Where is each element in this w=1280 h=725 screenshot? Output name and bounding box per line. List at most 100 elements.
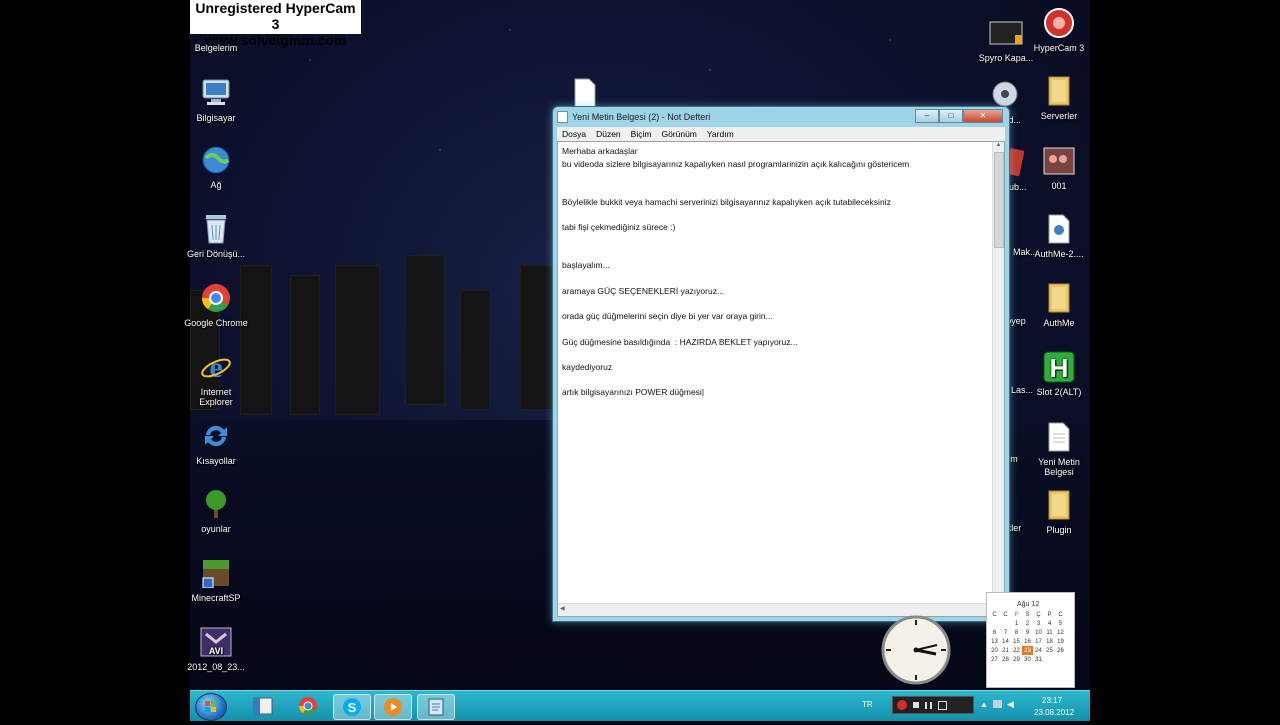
taskbar-notepad[interactable] (417, 694, 455, 720)
desktop-icon-plugin[interactable]: Plugin (1027, 488, 1091, 535)
calendar-day[interactable]: 10 (1033, 628, 1044, 637)
weekday: S (1025, 611, 1030, 618)
folder-icon (1042, 281, 1076, 315)
calendar-day[interactable]: 3 (1033, 619, 1044, 628)
network-tray-icon[interactable] (993, 700, 1002, 708)
calendar-day[interactable]: 26 (1055, 646, 1066, 655)
menu-dosya[interactable]: Dosya (557, 127, 591, 141)
tray-time[interactable]: 23:17 (1042, 696, 1062, 705)
calendar-day[interactable]: 22 (1011, 646, 1022, 655)
desktop-icon-bilgisayar[interactable]: Bilgisayar (184, 76, 248, 123)
desktop-icon-avi[interactable]: AVI 2012_08_23... (184, 625, 248, 672)
calendar-day[interactable]: 25 (1044, 646, 1055, 655)
pause-icon[interactable] (925, 701, 932, 709)
desktop-icon-authme-jar[interactable]: AuthMe-2.... (1027, 212, 1091, 259)
calendar-day[interactable] (1055, 655, 1066, 664)
scroll-thumb[interactable] (994, 152, 1004, 248)
calendar-day[interactable]: 8 (1011, 628, 1022, 637)
svg-text:S: S (348, 700, 357, 715)
calendar-day[interactable]: 20 (989, 646, 1000, 655)
desktop-icon-ag[interactable]: Ağ (184, 143, 248, 190)
desktop-icon-001[interactable]: 001 (1027, 144, 1091, 191)
maximize-button[interactable]: □ (939, 109, 963, 123)
taskbar-chrome[interactable] (290, 694, 326, 718)
tray-date[interactable]: 23.08.2012 (1034, 708, 1074, 717)
calendar-day[interactable]: 19 (1055, 637, 1066, 646)
calendar-day[interactable]: 18 (1044, 637, 1055, 646)
volume-tray-icon[interactable]: ◀ (1007, 699, 1014, 710)
calendar-day[interactable]: 24 (1033, 646, 1044, 655)
calendar-day[interactable] (1000, 619, 1011, 628)
calendar-day[interactable]: 29 (1011, 655, 1022, 664)
desktop-icon-minecraftsp[interactable]: MinecraftSP (184, 556, 248, 603)
notepad-content[interactable]: Merhaba arkadaşlar bu videoda sizlere bi… (562, 145, 909, 399)
language-indicator[interactable]: TR (862, 700, 873, 709)
desktop-icon-chrome[interactable]: Google Chrome (184, 281, 248, 328)
weekday: C (992, 611, 997, 618)
svg-text:H: H (1050, 353, 1069, 383)
calendar-day[interactable]: 2 (1022, 619, 1033, 628)
menu-yardim[interactable]: Yardım (702, 127, 739, 141)
close-button[interactable]: ✕ (963, 109, 1003, 123)
menu-gorunum[interactable]: Görünüm (656, 127, 701, 141)
calendar-day[interactable] (989, 619, 1000, 628)
calendar-day[interactable]: 9 (1022, 628, 1033, 637)
calendar-day[interactable]: 17 (1033, 637, 1044, 646)
vertical-scrollbar[interactable]: ▲ ▼ (992, 142, 1004, 604)
skype-icon: S (343, 698, 361, 716)
hypercam-tray-controls[interactable] (892, 696, 974, 714)
calendar-day[interactable]: 27 (989, 655, 1000, 664)
notepad-text-area[interactable]: Merhaba arkadaşlar bu videoda sizlere bi… (557, 141, 1006, 617)
calendar-day[interactable] (1044, 655, 1055, 664)
desktop-icon-belgelerim[interactable]: Belgelerim (184, 26, 248, 53)
calendar-day[interactable]: 4 (1044, 619, 1055, 628)
calendar-day[interactable]: 14 (1000, 637, 1011, 646)
calendar-day[interactable]: 7 (1000, 628, 1011, 637)
taskbar-explorer[interactable] (245, 694, 281, 718)
stop-icon[interactable] (913, 702, 919, 708)
calendar-day-today[interactable]: 23 (1022, 646, 1033, 655)
tray-arrow-icon[interactable]: ▲ (980, 700, 988, 709)
calendar-day[interactable]: 6 (989, 628, 1000, 637)
menu-duzen[interactable]: Düzen (591, 127, 626, 141)
notepad-window[interactable]: Yeni Metin Belgesi (2) - Not Defteri – □… (552, 106, 1010, 622)
svg-text:AVI: AVI (209, 646, 223, 656)
desktop-icon-recycle[interactable]: Geri Dönüşü... (184, 212, 248, 259)
clock-gadget[interactable] (873, 615, 959, 685)
folder-icon (1042, 488, 1076, 522)
calendar-day[interactable]: 11 (1044, 628, 1055, 637)
shortcuts-icon (199, 419, 233, 453)
desktop-icon-yeni-metin[interactable]: Yeni Metin Belgesi (1027, 420, 1091, 477)
scroll-up-arrow-icon[interactable]: ▲ (993, 142, 1004, 152)
taskbar-media-player[interactable] (374, 694, 412, 720)
calendar-day[interactable]: 5 (1055, 619, 1066, 628)
calendar-day[interactable]: 16 (1022, 637, 1033, 646)
menu-bicim[interactable]: Biçim (626, 127, 657, 141)
calendar-day[interactable]: 1 (1011, 619, 1022, 628)
calendar-weekdays: C C P S Ç P C (989, 610, 1066, 619)
calendar-day[interactable]: 21 (1000, 646, 1011, 655)
calendar-day[interactable]: 12 (1055, 628, 1066, 637)
weekday: P (1047, 611, 1052, 618)
record-icon[interactable] (897, 700, 907, 710)
weekday: C (1003, 611, 1008, 618)
settings-icon[interactable] (938, 700, 947, 710)
java-file-icon (1042, 212, 1076, 246)
calendar-day[interactable]: 30 (1022, 655, 1033, 664)
taskbar-skype[interactable]: S (333, 694, 371, 720)
start-button[interactable] (195, 693, 227, 721)
calendar-gadget[interactable]: Ağu 12 C C P S Ç P C 12345 6 7 8 9 10 11 12 13… (986, 592, 1075, 688)
desktop-icon-serverler[interactable]: Serverler (1027, 74, 1091, 121)
desktop-icon-authme[interactable]: AuthMe (1027, 281, 1091, 328)
desktop-icon-hypercam[interactable]: HyperCam 3 (1027, 6, 1091, 53)
scroll-left-arrow-icon[interactable]: ◀ (560, 605, 565, 612)
calendar-day[interactable]: 28 (1000, 655, 1011, 664)
minimize-button[interactable]: – (915, 109, 939, 123)
calendar-day[interactable]: 15 (1011, 637, 1022, 646)
desktop-icon-kisayollar[interactable]: Kısayollar (184, 419, 248, 466)
desktop-icon-ie[interactable]: e Internet Explorer (184, 350, 248, 407)
desktop-icon-oyunlar[interactable]: oyunlar (184, 487, 248, 534)
calendar-day[interactable]: 31 (1033, 655, 1044, 664)
calendar-day[interactable]: 13 (989, 637, 1000, 646)
desktop-icon-slot2[interactable]: H Slot 2(ALT) (1027, 350, 1091, 397)
